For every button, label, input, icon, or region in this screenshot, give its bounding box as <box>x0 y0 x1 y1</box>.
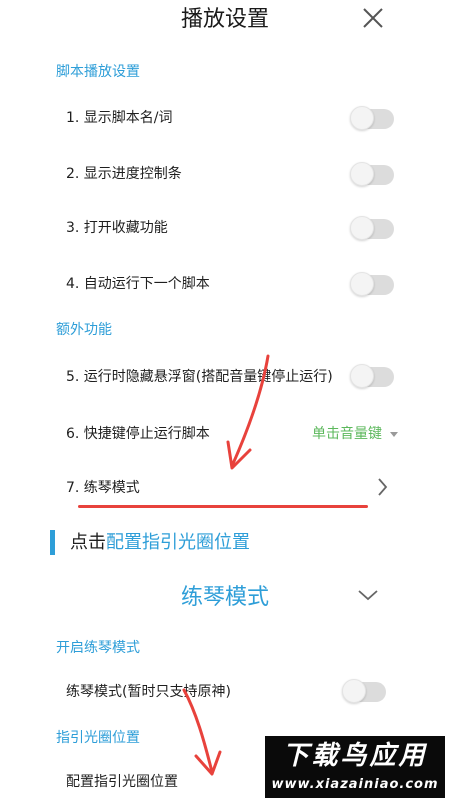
toggle-knob <box>350 162 374 186</box>
annotation-arrow-lower <box>182 688 214 774</box>
close-icon <box>363 8 383 28</box>
setting-label-favorites: 3. 打开收藏功能 <box>66 220 168 236</box>
close-button[interactable] <box>360 4 386 32</box>
practice-mode-open-button[interactable] <box>374 476 390 498</box>
setting-label-show-script-name: 1. 显示脚本名/词 <box>66 110 173 126</box>
chevron-right-icon <box>378 478 388 496</box>
setting-label-show-progress-bar: 2. 显示进度控制条 <box>66 166 182 182</box>
toggle-knob <box>350 216 374 240</box>
section-header-script-playback: 脚本播放设置 <box>56 64 140 80</box>
section-header-guide-ring: 指引光圈位置 <box>56 730 140 746</box>
annotation-underline <box>78 505 368 508</box>
toggle-auto-run-next[interactable] <box>350 272 394 296</box>
section-header-practice-enable: 开启练琴模式 <box>56 640 140 656</box>
toggle-knob <box>350 272 374 296</box>
setting-label-practice-genshin: 练琴模式(暂时只支持原神) <box>66 684 231 700</box>
tip-prefix: 点击 <box>70 532 106 553</box>
annotation-arrowhead-upper <box>226 440 252 470</box>
watermark-logo: 下载鸟应用 <box>282 741 428 771</box>
shortcut-stop-dropdown[interactable]: 单击音量键 <box>312 424 398 444</box>
caret-down-icon <box>390 431 398 437</box>
watermark: 下载鸟应用 www.xiazainiao.com <box>265 736 445 798</box>
toggle-knob <box>342 679 366 703</box>
dropdown-selected-value: 单击音量键 <box>312 426 382 442</box>
toggle-knob <box>350 364 374 388</box>
tip-accent-bar <box>50 530 55 555</box>
setting-label-configure-guide-ring[interactable]: 配置指引光圈位置 <box>66 772 178 792</box>
chevron-down-icon <box>358 590 378 601</box>
setting-label-practice-mode[interactable]: 7. 练琴模式 <box>66 478 140 498</box>
toggle-show-script-name[interactable] <box>350 106 394 130</box>
tip-link-configure-guide-ring[interactable]: 配置指引光圈位置 <box>106 532 250 553</box>
toggle-knob <box>350 106 374 130</box>
setting-label-auto-run-next: 4. 自动运行下一个脚本 <box>66 276 210 292</box>
practice-panel-title: 练琴模式 <box>180 585 269 610</box>
setting-label-hide-floating-window: 5. 运行时隐藏悬浮窗(搭配音量键停止运行) <box>66 369 333 385</box>
watermark-url: www.xiazainiao.com <box>271 777 439 792</box>
practice-panel-collapse-button[interactable] <box>356 585 380 605</box>
toggle-favorites[interactable] <box>350 216 394 240</box>
setting-label-shortcut-stop: 6. 快捷键停止运行脚本 <box>66 426 210 442</box>
instruction-tip: 点击配置指引光圈位置 <box>70 530 250 556</box>
toggle-hide-floating-window[interactable] <box>350 364 394 388</box>
toggle-practice-genshin[interactable] <box>342 679 386 703</box>
toggle-show-progress-bar[interactable] <box>350 162 394 186</box>
section-header-extra-functions: 额外功能 <box>56 322 112 338</box>
annotation-arrowhead-lower <box>194 750 222 776</box>
